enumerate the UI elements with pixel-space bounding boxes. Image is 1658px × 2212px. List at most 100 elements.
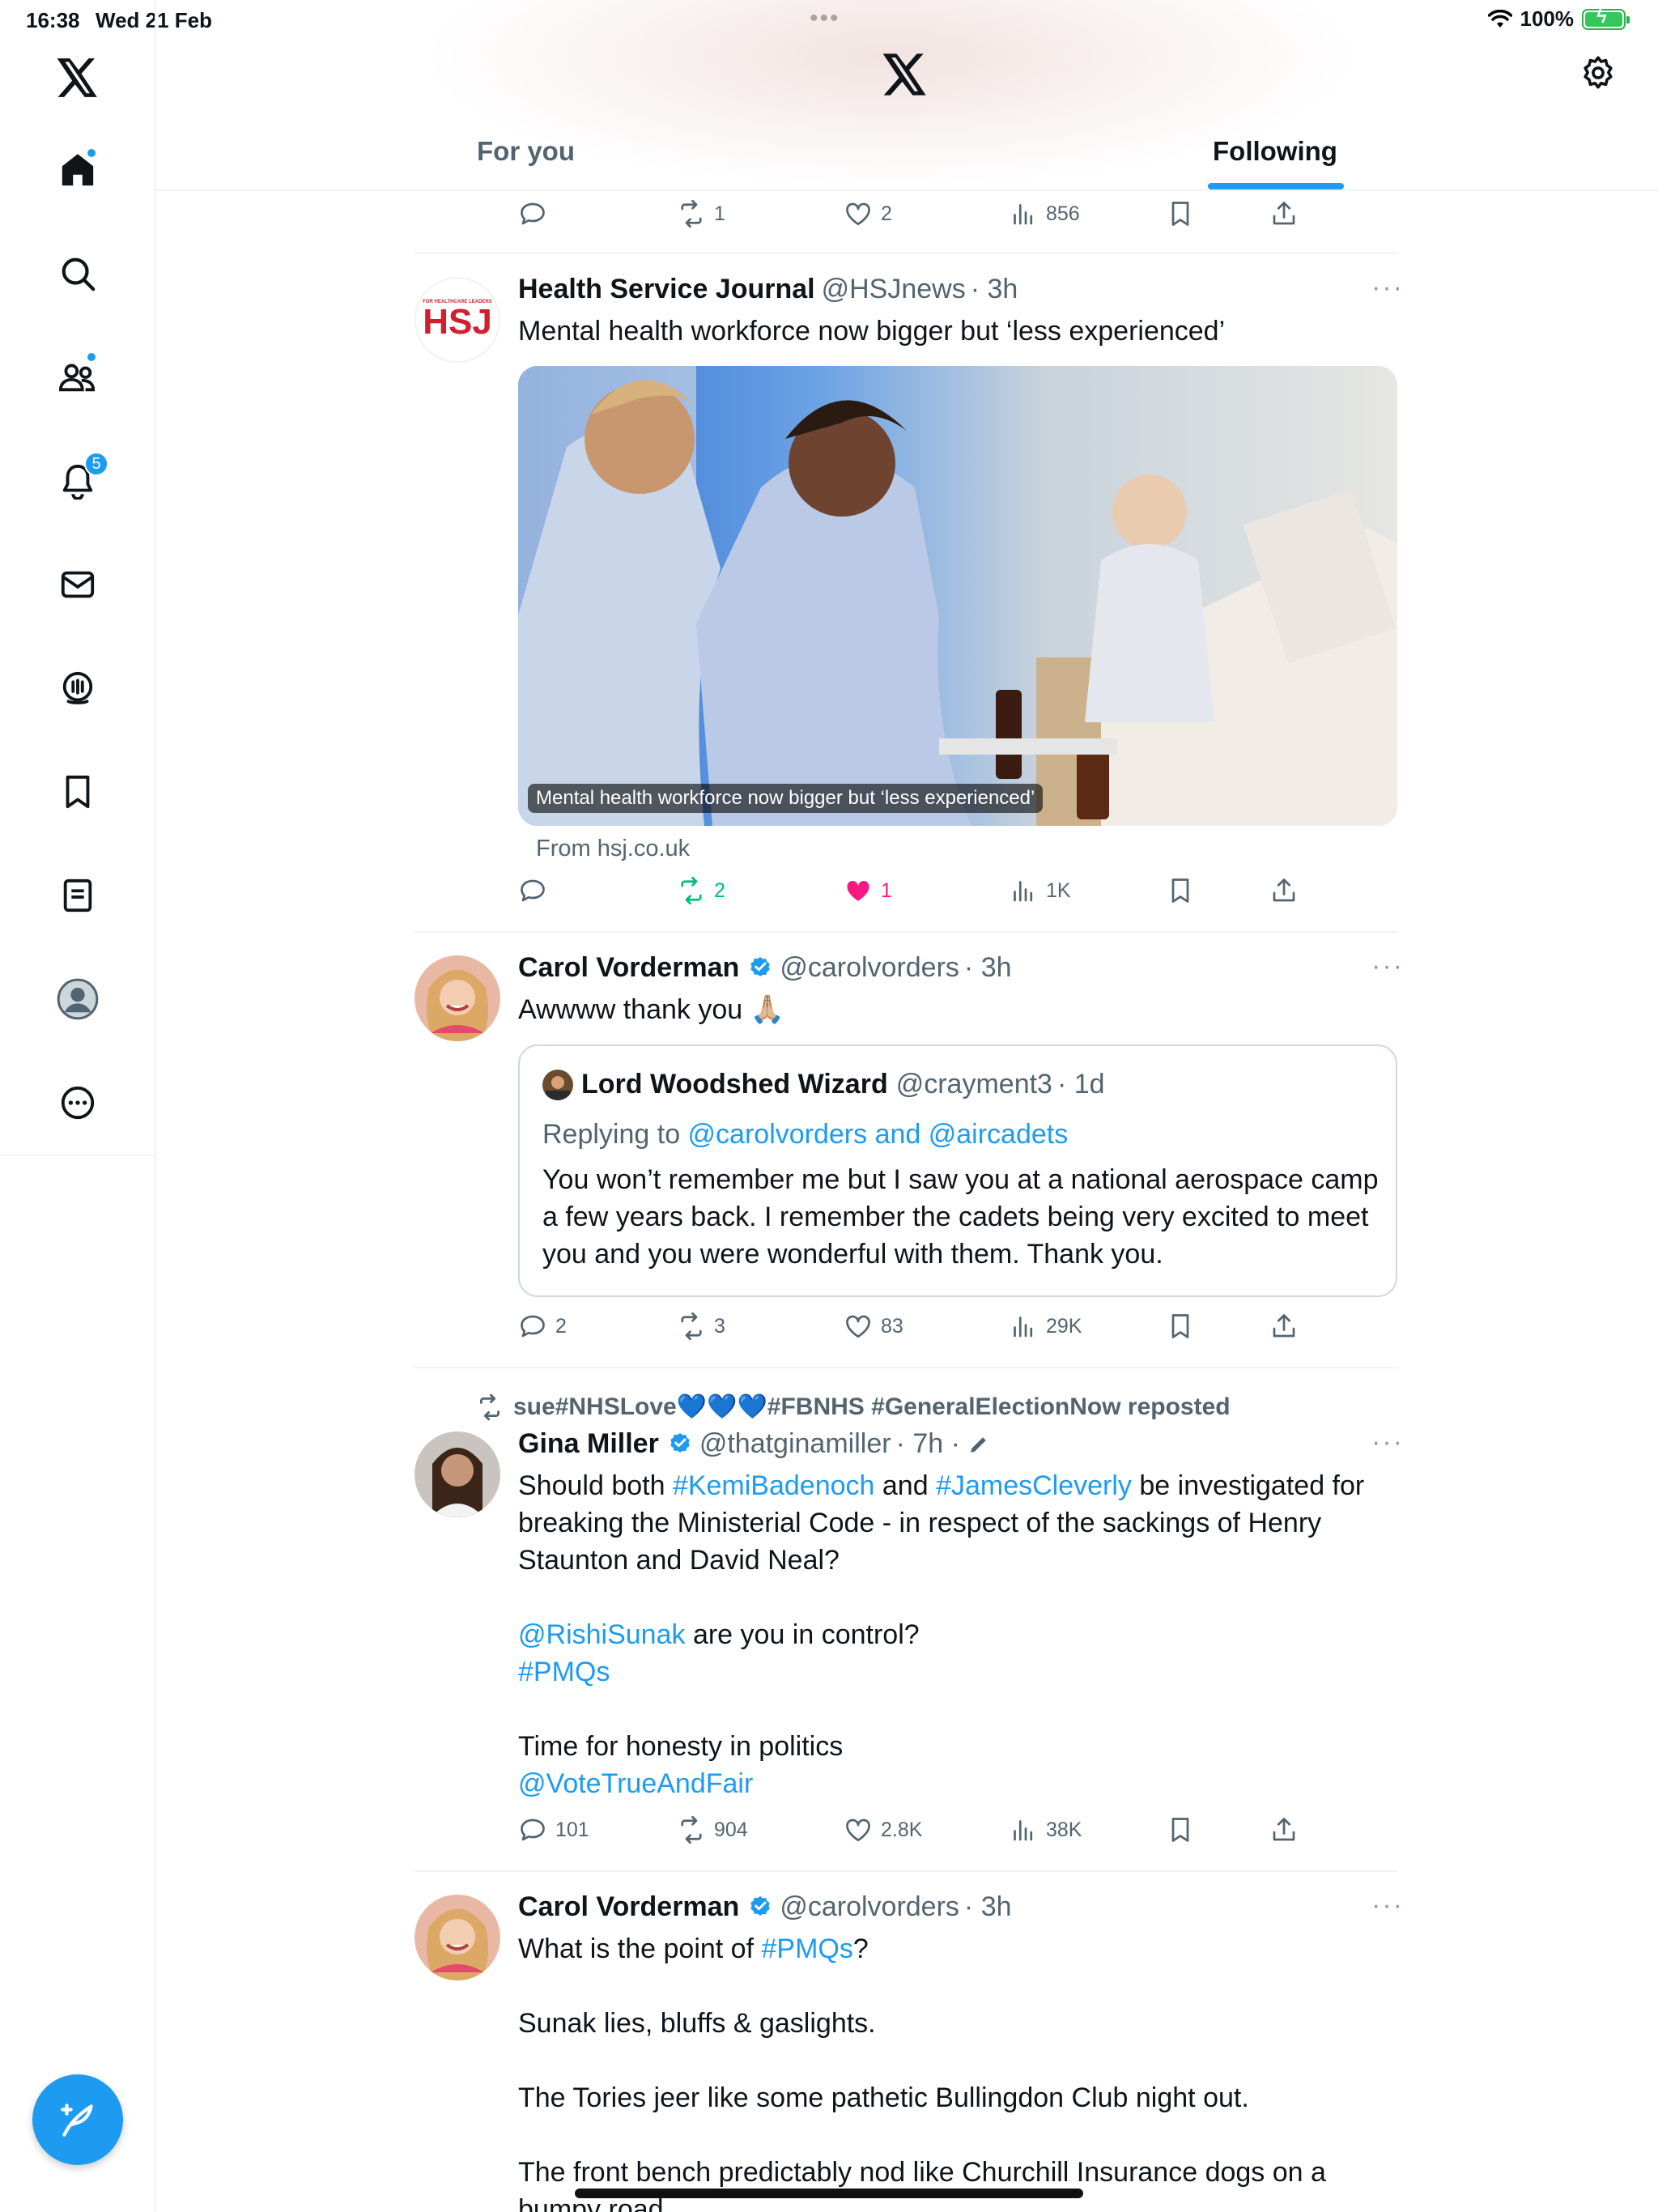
- carol-avatar[interactable]: [414, 955, 500, 1041]
- views-button[interactable]: 29K: [1009, 1312, 1082, 1341]
- quoted-author-handle: @crayment3: [895, 1069, 1052, 1100]
- repost-button[interactable]: 1: [677, 199, 725, 228]
- reply-button[interactable]: 101: [518, 1815, 589, 1844]
- bookmarks-icon[interactable]: [52, 766, 104, 818]
- views-button[interactable]: 856: [1009, 199, 1080, 228]
- tweet-text: Should both #KemiBadenoch and #JamesClev…: [518, 1470, 1365, 1799]
- share-button[interactable]: [1269, 199, 1299, 228]
- header-x-logo-icon[interactable]: [882, 53, 931, 102]
- tweet-time[interactable]: · 3h: [964, 952, 1012, 984]
- author-handle[interactable]: @thatginamiller: [699, 1428, 891, 1460]
- bookmark-button[interactable]: [1166, 1312, 1195, 1341]
- author-handle[interactable]: @carolvorders: [780, 1891, 959, 1923]
- share-button[interactable]: [1269, 876, 1299, 905]
- heart-icon: [846, 1315, 870, 1338]
- communities-icon[interactable]: [52, 351, 104, 403]
- tweet-time[interactable]: · 7h ·: [896, 1428, 960, 1460]
- author-name[interactable]: Health Service Journal: [518, 274, 815, 305]
- hashtag-link[interactable]: #PMQs: [518, 1657, 610, 1687]
- tab-for-you[interactable]: For you: [477, 136, 575, 167]
- more-options-icon[interactable]: ···: [1371, 272, 1404, 304]
- reposted-by[interactable]: sue#NHSLove💙💙💙#FBNHS #GeneralElectionNow…: [476, 1393, 1231, 1421]
- views-chart-icon: [1014, 881, 1033, 902]
- tab-following[interactable]: Following: [1213, 136, 1337, 167]
- sidebar-divider: [0, 1155, 156, 1156]
- share-button[interactable]: [1269, 1312, 1299, 1341]
- repost-icon: [681, 199, 702, 228]
- reply-count: 101: [555, 1818, 589, 1841]
- search-icon[interactable]: [52, 248, 104, 300]
- tweet-time[interactable]: · 3h: [971, 274, 1018, 305]
- author-handle[interactable]: @HSJnews: [822, 274, 966, 305]
- quoted-author-avatar: [542, 1070, 573, 1100]
- reply-button[interactable]: [518, 876, 555, 905]
- view-count: 1K: [1046, 878, 1071, 902]
- author-name[interactable]: Gina Miller: [518, 1428, 659, 1460]
- verified-badge-icon: [750, 956, 771, 976]
- profile-avatar-icon[interactable]: [52, 973, 104, 1025]
- share-button[interactable]: [1269, 1815, 1299, 1844]
- mention-link[interactable]: @RishiSunak: [518, 1619, 686, 1650]
- reply-count: 2: [555, 1314, 567, 1338]
- bookmark-button[interactable]: [1166, 876, 1195, 905]
- tweet-text: Mental health workforce now bigger but ‘…: [518, 316, 1226, 347]
- like-button[interactable]: 2.8K: [844, 1815, 922, 1844]
- reply-button[interactable]: 2: [518, 1312, 567, 1341]
- reply-icon: [521, 202, 545, 225]
- reply-icon: [521, 879, 545, 902]
- views-chart-icon: [1014, 1317, 1033, 1338]
- mention-link[interactable]: @VoteTrueAndFair: [518, 1768, 753, 1799]
- like-button[interactable]: 1: [844, 876, 892, 905]
- repost-icon: [681, 1815, 702, 1844]
- author-name[interactable]: Carol Vorderman: [518, 1891, 739, 1923]
- repost-count: 3: [714, 1314, 725, 1338]
- tweet-header: Gina Miller @thatginamiller · 7h ·: [518, 1428, 991, 1460]
- like-count: 1: [881, 878, 892, 902]
- compose-post-button[interactable]: [32, 2074, 123, 2165]
- lists-icon[interactable]: [52, 870, 104, 921]
- spaces-icon[interactable]: [52, 662, 104, 714]
- bookmark-icon: [1171, 1818, 1189, 1842]
- repost-count: 1: [714, 202, 725, 225]
- views-chart-icon: [1014, 204, 1033, 225]
- more-options-icon[interactable]: ···: [1371, 1427, 1404, 1458]
- hsj-avatar[interactable]: FOR HEALTHCARE LEADERS HSJ: [414, 277, 500, 363]
- messages-icon[interactable]: [52, 559, 104, 610]
- more-options-icon[interactable]: ···: [1371, 1890, 1404, 1921]
- heart-icon: [846, 1819, 870, 1842]
- views-button[interactable]: 38K: [1009, 1815, 1082, 1844]
- header-border: [156, 189, 1658, 191]
- repost-button[interactable]: 2: [677, 876, 725, 905]
- more-icon[interactable]: [52, 1077, 104, 1129]
- reply-button[interactable]: [518, 199, 555, 228]
- hashtag-link[interactable]: #PMQs: [762, 1933, 853, 1964]
- views-button[interactable]: 1K: [1009, 876, 1071, 905]
- carol-avatar[interactable]: [414, 1895, 500, 1980]
- more-options-icon[interactable]: ···: [1371, 951, 1404, 982]
- gina-avatar[interactable]: [414, 1431, 500, 1517]
- notification-count-badge: 5: [84, 452, 108, 476]
- like-button[interactable]: 2: [844, 199, 892, 228]
- author-handle[interactable]: @carolvorders: [780, 952, 959, 984]
- replying-to-link[interactable]: @carolvorders and @aircadets: [688, 1119, 1069, 1150]
- hashtag-link[interactable]: #KemiBadenoch: [673, 1470, 875, 1501]
- home-icon[interactable]: [52, 144, 104, 196]
- bookmark-button[interactable]: [1166, 1815, 1195, 1844]
- repost-button[interactable]: 3: [677, 1312, 725, 1341]
- repost-button[interactable]: 904: [677, 1815, 748, 1844]
- share-icon: [1273, 202, 1295, 225]
- edited-pencil-icon[interactable]: [967, 1432, 991, 1457]
- article-image[interactable]: [518, 366, 1397, 826]
- tweet-header: Health Service Journal @HSJnews · 3h: [518, 274, 1018, 305]
- link-source[interactable]: From hsj.co.uk: [536, 836, 690, 862]
- tweet-time[interactable]: · 3h: [964, 1891, 1012, 1923]
- author-name[interactable]: Carol Vorderman: [518, 952, 739, 984]
- bookmark-button[interactable]: [1166, 199, 1195, 228]
- home-indicator[interactable]: [575, 2189, 1083, 2198]
- notifications-icon[interactable]: 5: [52, 452, 108, 507]
- hashtag-link[interactable]: #JamesCleverly: [936, 1470, 1132, 1501]
- communities-unread-dot: [86, 351, 97, 363]
- like-button[interactable]: 83: [844, 1312, 903, 1341]
- settings-gear-icon[interactable]: [1580, 55, 1629, 104]
- x-logo-icon[interactable]: [52, 52, 104, 104]
